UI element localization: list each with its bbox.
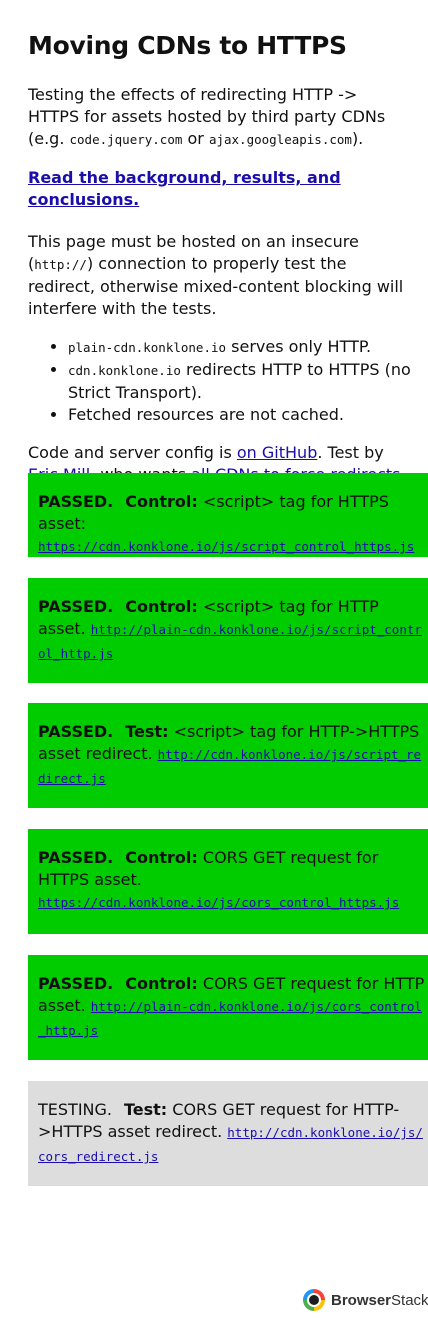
- test-kind-label: Control:: [125, 492, 198, 511]
- test-result-box: PASSED. Control: <script> tag for HTTP as…: [28, 578, 428, 683]
- browserstack-badge: BrowserStack: [303, 1288, 428, 1312]
- http-code: http://: [34, 257, 87, 272]
- browserstack-logo-icon: [303, 1289, 325, 1311]
- browserstack-wordmark: BrowserStack: [331, 1291, 428, 1309]
- background-results-link[interactable]: Read the background, results, and conclu…: [28, 167, 412, 211]
- test-result-box: PASSED. Control: CORS GET request for HTT…: [28, 955, 428, 1060]
- main-content: Moving CDNs to HTTPS Testing the effects…: [28, 30, 412, 524]
- status-label: PASSED.: [38, 848, 114, 867]
- asset-url-link[interactable]: http://plain-cdn.konklone.io/js/cors_con…: [38, 999, 422, 1038]
- github-link[interactable]: on GitHub: [237, 443, 317, 462]
- status-label: PASSED.: [38, 492, 114, 511]
- test-kind-label: Test:: [123, 1100, 168, 1119]
- conditions-list: plain-cdn.konklone.io serves only HTTP. …: [28, 336, 412, 426]
- test-result-box: PASSED. Control: CORS GET request for HTT…: [28, 829, 428, 934]
- status-label: PASSED.: [38, 597, 114, 616]
- test-kind-label: Test:: [125, 722, 169, 741]
- intro-code-jquery: code.jquery.com: [69, 132, 183, 147]
- list-item: Fetched resources are not cached.: [68, 404, 412, 426]
- intro-paragraph: Testing the effects of redirecting HTTP …: [28, 85, 386, 148]
- asset-url-link[interactable]: https://cdn.konklone.io/js/cors_control_…: [38, 895, 399, 910]
- test-kind-label: Control:: [125, 597, 198, 616]
- hosting-note-paragraph: This page must be hosted on an insecure …: [28, 232, 404, 318]
- list-item: cdn.konklone.io redirects HTTP to HTTPS …: [68, 359, 412, 404]
- intro-code-googleapis: ajax.googleapis.com: [208, 132, 352, 147]
- status-label: TESTING.: [38, 1100, 112, 1119]
- asset-url-link[interactable]: https://cdn.konklone.io/js/script_contro…: [38, 539, 414, 554]
- test-result-box: TESTING. Test: CORS GET request for HTTP-…: [28, 1081, 428, 1186]
- list-item: plain-cdn.konklone.io serves only HTTP.: [68, 336, 412, 359]
- test-kind-label: Control:: [125, 974, 198, 993]
- status-label: PASSED.: [38, 974, 114, 993]
- asset-url-link[interactable]: http://plain-cdn.konklone.io/js/script_c…: [38, 622, 422, 661]
- page-title: Moving CDNs to HTTPS: [28, 31, 347, 60]
- test-result-box: PASSED. Test: <script> tag for HTTP->HTTP…: [28, 703, 428, 808]
- test-result-box: PASSED. Control: <script> tag for HTTPS a…: [28, 473, 428, 557]
- status-label: PASSED.: [38, 722, 114, 741]
- test-kind-label: Control:: [125, 848, 198, 867]
